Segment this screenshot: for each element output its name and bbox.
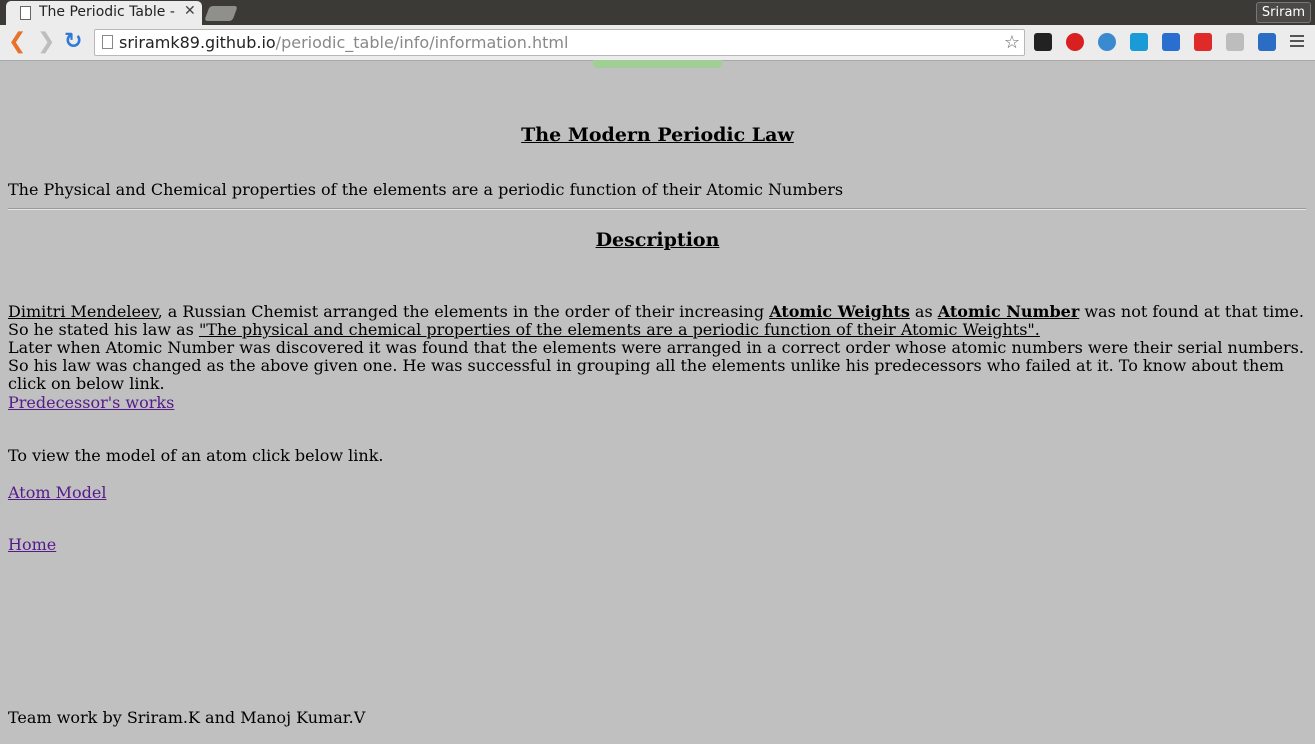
megaphone-icon[interactable] xyxy=(1162,33,1180,51)
s-extension-icon[interactable] xyxy=(1034,33,1052,51)
forward-button[interactable]: ❯ xyxy=(37,29,55,55)
address-bar[interactable]: sriramk89.github.io/periodic_table/info/… xyxy=(94,29,1025,56)
mendeleev-name: Dimitri Mendeleev xyxy=(8,302,158,321)
close-tab-icon[interactable]: ✕ xyxy=(184,3,196,19)
desc-text: Later when Atomic Number was discovered … xyxy=(8,338,1304,393)
tab-title: The Periodic Table - I xyxy=(39,4,179,20)
desc-text: as xyxy=(909,302,938,321)
layout-icon[interactable] xyxy=(1226,33,1244,51)
new-tab-button[interactable] xyxy=(204,6,238,21)
opera-icon[interactable] xyxy=(1066,33,1084,51)
atomic-number-term: Atomic Number xyxy=(937,302,1080,321)
browser-toolbar: ❮ ❯ ↻ sriramk89.github.io/periodic_table… xyxy=(0,25,1315,61)
url-text[interactable]: sriramk89.github.io/periodic_table/info/… xyxy=(119,30,568,55)
reload-button[interactable]: ↻ xyxy=(64,29,82,55)
page-icon xyxy=(20,6,31,20)
menu-icon[interactable] xyxy=(1290,32,1304,50)
page-icon xyxy=(102,35,113,49)
law-statement: The Physical and Chemical properties of … xyxy=(8,180,844,199)
url-host: sriramk89.github.io xyxy=(119,33,276,52)
predecessor-works-link[interactable]: Predecessor's works xyxy=(8,393,174,412)
atom-model-text: To view the model of an atom click below… xyxy=(8,446,384,465)
globe-icon[interactable] xyxy=(1098,33,1116,51)
chart-extension-icon[interactable] xyxy=(1130,33,1148,51)
bookmark-star-icon[interactable]: ☆ xyxy=(1004,30,1020,55)
description-paragraph: Dimitri Mendeleev, a Russian Chemist arr… xyxy=(8,303,1306,393)
footer-credits: Team work by Sriram.K and Manoj Kumar.V xyxy=(8,708,366,727)
mendeleev-law-quote: "The physical and chemical properties of… xyxy=(198,320,1040,339)
red-extension-icon[interactable] xyxy=(1194,33,1212,51)
user-profile-button[interactable]: Sriram xyxy=(1256,2,1311,23)
tab-bar: The Periodic Table - I ✕ Sriram xyxy=(0,0,1315,25)
back-button[interactable]: ❮ xyxy=(8,29,26,55)
browser-tab[interactable]: The Periodic Table - I ✕ xyxy=(6,1,202,25)
page-title: The Modern Periodic Law xyxy=(521,124,794,146)
desc-text: , a Russian Chemist arranged the element… xyxy=(157,302,770,321)
home-link[interactable]: Home xyxy=(8,535,56,554)
download-icon[interactable] xyxy=(1258,33,1276,51)
description-heading: Description xyxy=(595,229,720,251)
atom-model-link[interactable]: Atom Model xyxy=(8,483,106,502)
divider xyxy=(8,208,1306,210)
atomic-weights-term: Atomic Weights xyxy=(769,302,910,321)
url-path: /periodic_table/info/information.html xyxy=(275,33,569,52)
top-banner-strip xyxy=(593,60,722,68)
